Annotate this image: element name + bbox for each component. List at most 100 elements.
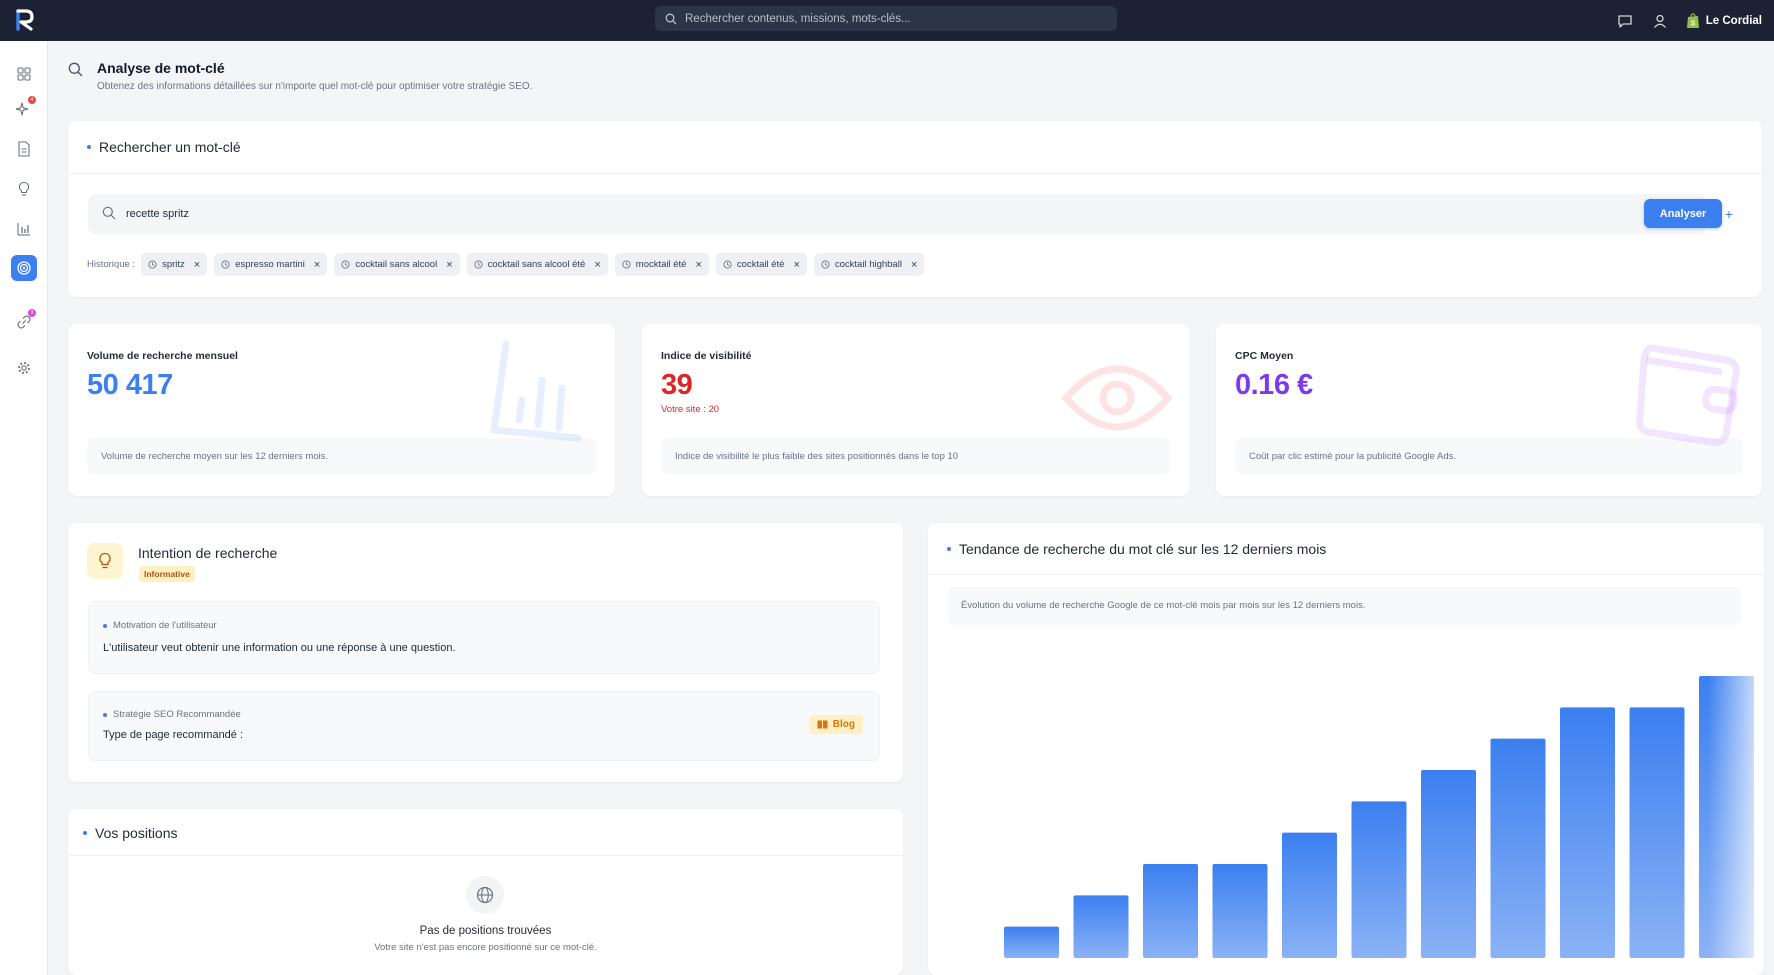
chart-bar[interactable] (1629, 707, 1685, 958)
history-chip[interactable]: espresso martini × (214, 253, 328, 276)
page-type-badge: Blog (808, 715, 863, 734)
gear-icon (18, 362, 30, 374)
history-chip[interactable]: cocktail sans alcool été × (466, 253, 608, 276)
motivation-label: Motivation de l'utilisateur (113, 620, 217, 631)
history-icon (474, 260, 483, 269)
shopify-icon: S (1686, 12, 1699, 28)
trend-title: Tendance de recherche du mot clé sur les… (959, 541, 1327, 557)
bar-chart-icon (490, 340, 582, 442)
remove-history-icon[interactable]: × (314, 259, 320, 271)
remove-history-icon[interactable]: × (793, 259, 799, 271)
monthly-volume-card: Volume de recherche mensuel 50 417 Volum… (68, 324, 615, 496)
search-icon (665, 13, 677, 24)
history-chip-label: cocktail sans alcool été (487, 259, 586, 270)
sidebar: 4 3 (0, 41, 48, 975)
bullet-dot (103, 623, 107, 628)
sidebar-item-contents[interactable] (11, 136, 37, 162)
app-logo[interactable] (12, 7, 38, 33)
remove-history-icon[interactable]: × (594, 259, 600, 271)
intent-icon-box (87, 543, 123, 579)
chart-bar[interactable] (1421, 770, 1476, 958)
analyse-button[interactable]: Analyser (1644, 199, 1722, 228)
title-dot (87, 145, 91, 149)
remove-history-icon[interactable]: × (446, 259, 452, 271)
sidebar-item-analytics[interactable] (11, 216, 37, 242)
intent-type-badge: Informative (139, 566, 195, 582)
positions-title: Vos positions (95, 825, 178, 841)
wallet-icon (1636, 344, 1740, 446)
remove-history-icon[interactable]: × (194, 259, 200, 271)
history-chip[interactable]: cocktail highball × (813, 253, 925, 276)
title-dot (83, 831, 87, 835)
trend-bar-chart (1004, 635, 1764, 975)
chart-bar[interactable] (1143, 864, 1198, 958)
chart-bar[interactable] (1004, 926, 1059, 958)
chart-bar[interactable] (1560, 707, 1615, 958)
history-chip[interactable]: cocktail sans alcool × (334, 253, 460, 276)
search-card-title: Rechercher un mot-clé (99, 139, 241, 155)
sidebar-item-links[interactable]: 3 (11, 309, 37, 335)
history-icon (341, 260, 350, 269)
eye-icon (1062, 365, 1172, 431)
remove-history-icon[interactable]: × (911, 259, 917, 271)
book-icon (817, 720, 828, 729)
svg-text:S: S (1690, 20, 1695, 27)
keyword-input[interactable]: recette spritz Analyser (88, 194, 1722, 234)
motivation-box: Motivation de l'utilisateur L'utilisateu… (88, 601, 880, 674)
links-badge: 3 (28, 309, 36, 317)
history-chip-label: spritz (162, 259, 185, 270)
sidebar-item-ideas[interactable] (11, 176, 37, 202)
strategy-label: Stratégie SEO Recommandée (113, 709, 241, 720)
add-keyword-button[interactable]: + (1718, 203, 1740, 225)
target-icon (17, 261, 31, 275)
search-history: Historique : spritz × espresso martini × coc… (87, 253, 931, 276)
keyword-input-value: recette spritz (126, 208, 189, 220)
dashboard-icon (17, 67, 31, 81)
chart-bar[interactable] (1351, 801, 1407, 958)
sidebar-item-dashboard[interactable] (11, 61, 37, 87)
shop-account-menu[interactable]: S Le Cordial (1686, 12, 1762, 29)
global-search-input[interactable]: Rechercher contenus, missions, mots-clés… (655, 6, 1117, 31)
history-icon (622, 260, 631, 269)
positions-card: Vos positions Pas de positions trouvées … (68, 809, 903, 975)
history-chip-label: espresso martini (235, 259, 305, 270)
history-label: Historique : (87, 259, 136, 270)
visibility-note: Indice de visibilité le plus faible des … (661, 438, 1170, 474)
sidebar-item-settings[interactable] (11, 355, 37, 381)
sidebar-item-missions[interactable]: 4 (11, 96, 37, 122)
user-name: Le Cordial (1705, 14, 1762, 27)
top-bar: Rechercher contenus, missions, mots-clés… (0, 0, 1774, 41)
history-chip[interactable]: mocktail été × (614, 253, 709, 276)
visibility-card: Indice de visibilité 39 Votre site : 20 … (642, 324, 1189, 496)
search-icon (102, 206, 116, 220)
search-trend-card: Tendance de recherche du mot clé sur les… (928, 523, 1764, 975)
history-chip[interactable]: cocktail été × (715, 253, 807, 276)
chart-bar[interactable] (1073, 895, 1129, 958)
seo-strategy-box: Stratégie SEO Recommandée Type de page r… (88, 691, 880, 761)
page-type-label: Blog (832, 719, 855, 730)
lightbulb-icon (18, 181, 30, 196)
history-icon (148, 260, 157, 269)
globe-icon (476, 886, 494, 904)
chart-bar[interactable] (1282, 832, 1337, 958)
user-profile-icon[interactable] (1651, 12, 1669, 30)
remove-history-icon[interactable]: × (695, 259, 701, 271)
chart-bar[interactable] (1490, 738, 1546, 958)
cpc-label: CPC Moyen (1235, 350, 1294, 362)
trend-note: Évolution du volume de recherche Google … (948, 587, 1741, 625)
history-icon (221, 260, 230, 269)
history-chip[interactable]: spritz × (141, 253, 208, 276)
global-search-placeholder: Rechercher contenus, missions, mots-clés… (685, 12, 911, 25)
document-icon (18, 141, 30, 157)
history-icon (821, 260, 830, 269)
messages-icon[interactable] (1616, 12, 1634, 30)
search-icon (68, 62, 83, 77)
missions-badge: 4 (28, 96, 36, 104)
visibility-site-value: Votre site : 20 (661, 404, 720, 415)
history-chip-label: cocktail sans alcool (355, 259, 438, 270)
intent-title: Intention de recherche (138, 545, 278, 561)
sidebar-item-keyword-analysis[interactable] (11, 255, 37, 281)
chart-bar[interactable] (1212, 864, 1268, 958)
history-icon (723, 260, 732, 269)
visibility-value: 39 (661, 369, 693, 401)
